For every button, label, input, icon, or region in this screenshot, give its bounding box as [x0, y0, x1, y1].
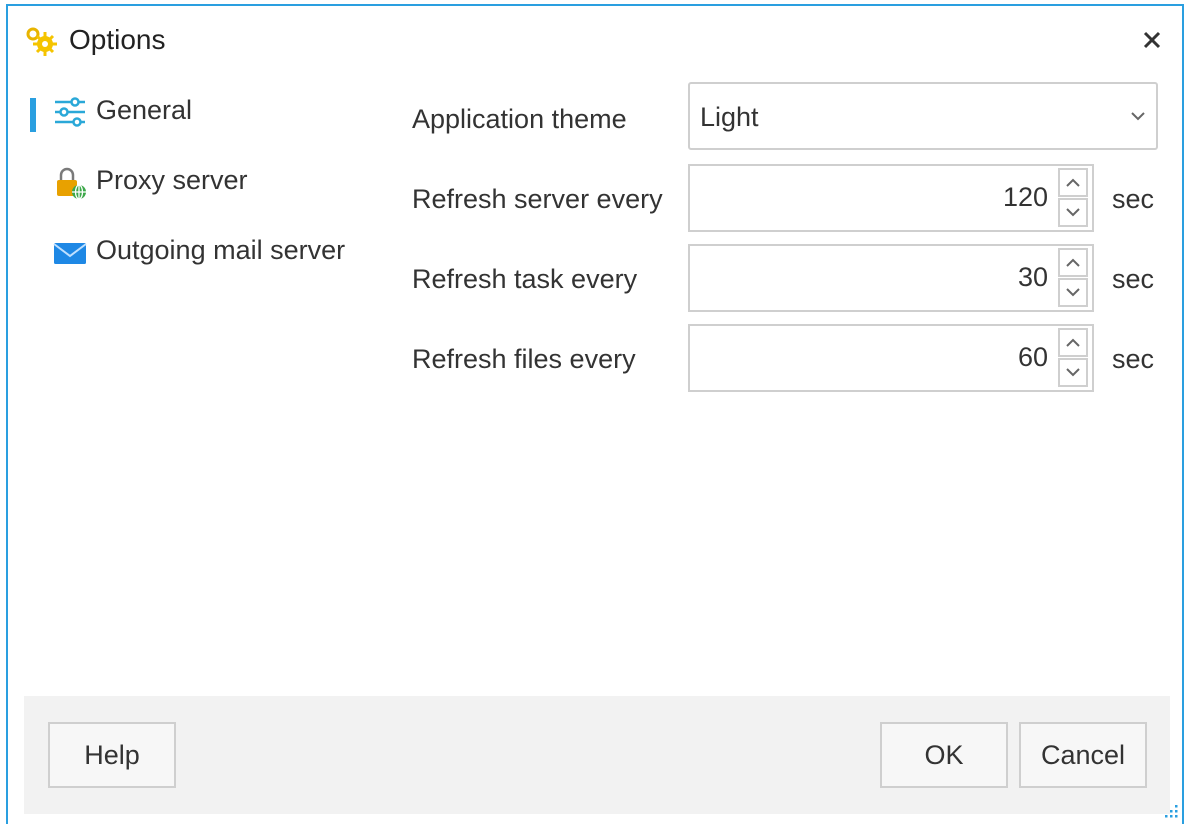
theme-label: Application theme	[412, 104, 627, 134]
refresh-task-label: Refresh task every	[412, 264, 638, 294]
title-bar: Options	[8, 6, 1182, 78]
nav-item-general[interactable]: General	[8, 86, 398, 156]
chevron-down-icon	[1066, 208, 1080, 217]
nav-item-outgoing-mail-server[interactable]: Outgoing mail server	[8, 226, 398, 296]
chevron-down-icon	[1066, 368, 1080, 377]
chevron-up-icon	[1066, 338, 1080, 347]
envelope-icon	[53, 236, 87, 270]
unit-label: sec	[1112, 184, 1155, 214]
refresh-server-input[interactable]	[748, 182, 1048, 213]
resize-grip-icon[interactable]	[1160, 802, 1180, 822]
refresh-task-input[interactable]	[748, 262, 1048, 293]
chevron-down-icon	[1131, 112, 1145, 121]
lock-globe-icon	[53, 166, 87, 200]
ok-button[interactable]: OK	[880, 722, 1008, 788]
chevron-up-icon	[1066, 258, 1080, 267]
nav-item-label: Outgoing mail server	[96, 235, 346, 265]
increment-button[interactable]	[1058, 168, 1088, 197]
theme-value: Light	[700, 102, 759, 132]
refresh-files-input[interactable]	[748, 342, 1048, 373]
unit-label: sec	[1112, 264, 1155, 294]
decrement-button[interactable]	[1058, 198, 1088, 227]
close-button[interactable]	[1136, 24, 1168, 56]
theme-select[interactable]: Light	[688, 82, 1158, 150]
refresh-files-label: Refresh files every	[412, 344, 636, 374]
chevron-down-icon	[1066, 288, 1080, 297]
close-icon	[1143, 31, 1161, 49]
refresh-server-spinner	[688, 164, 1094, 232]
dialog-title: Options	[69, 24, 166, 55]
refresh-task-spinner	[688, 244, 1094, 312]
increment-button[interactable]	[1058, 328, 1088, 357]
nav-item-label: General	[96, 95, 193, 125]
dialog-footer: Help OK Cancel	[24, 696, 1170, 814]
decrement-button[interactable]	[1058, 358, 1088, 387]
cancel-button[interactable]: Cancel	[1019, 722, 1147, 788]
selection-indicator	[30, 98, 36, 132]
nav-item-proxy-server[interactable]: Proxy server	[8, 156, 398, 226]
sliders-icon	[53, 96, 87, 130]
chevron-up-icon	[1066, 178, 1080, 187]
options-nav: General Proxy server Outgoing mail serve…	[8, 86, 398, 296]
refresh-files-spinner	[688, 324, 1094, 392]
help-button[interactable]: Help	[48, 722, 176, 788]
unit-label: sec	[1112, 344, 1155, 374]
nav-item-label: Proxy server	[96, 165, 248, 195]
refresh-server-label: Refresh server every	[412, 184, 663, 214]
increment-button[interactable]	[1058, 248, 1088, 277]
gears-icon	[25, 26, 59, 56]
options-dialog: Options General Proxy server Outgoing ma…	[6, 4, 1184, 824]
decrement-button[interactable]	[1058, 278, 1088, 307]
